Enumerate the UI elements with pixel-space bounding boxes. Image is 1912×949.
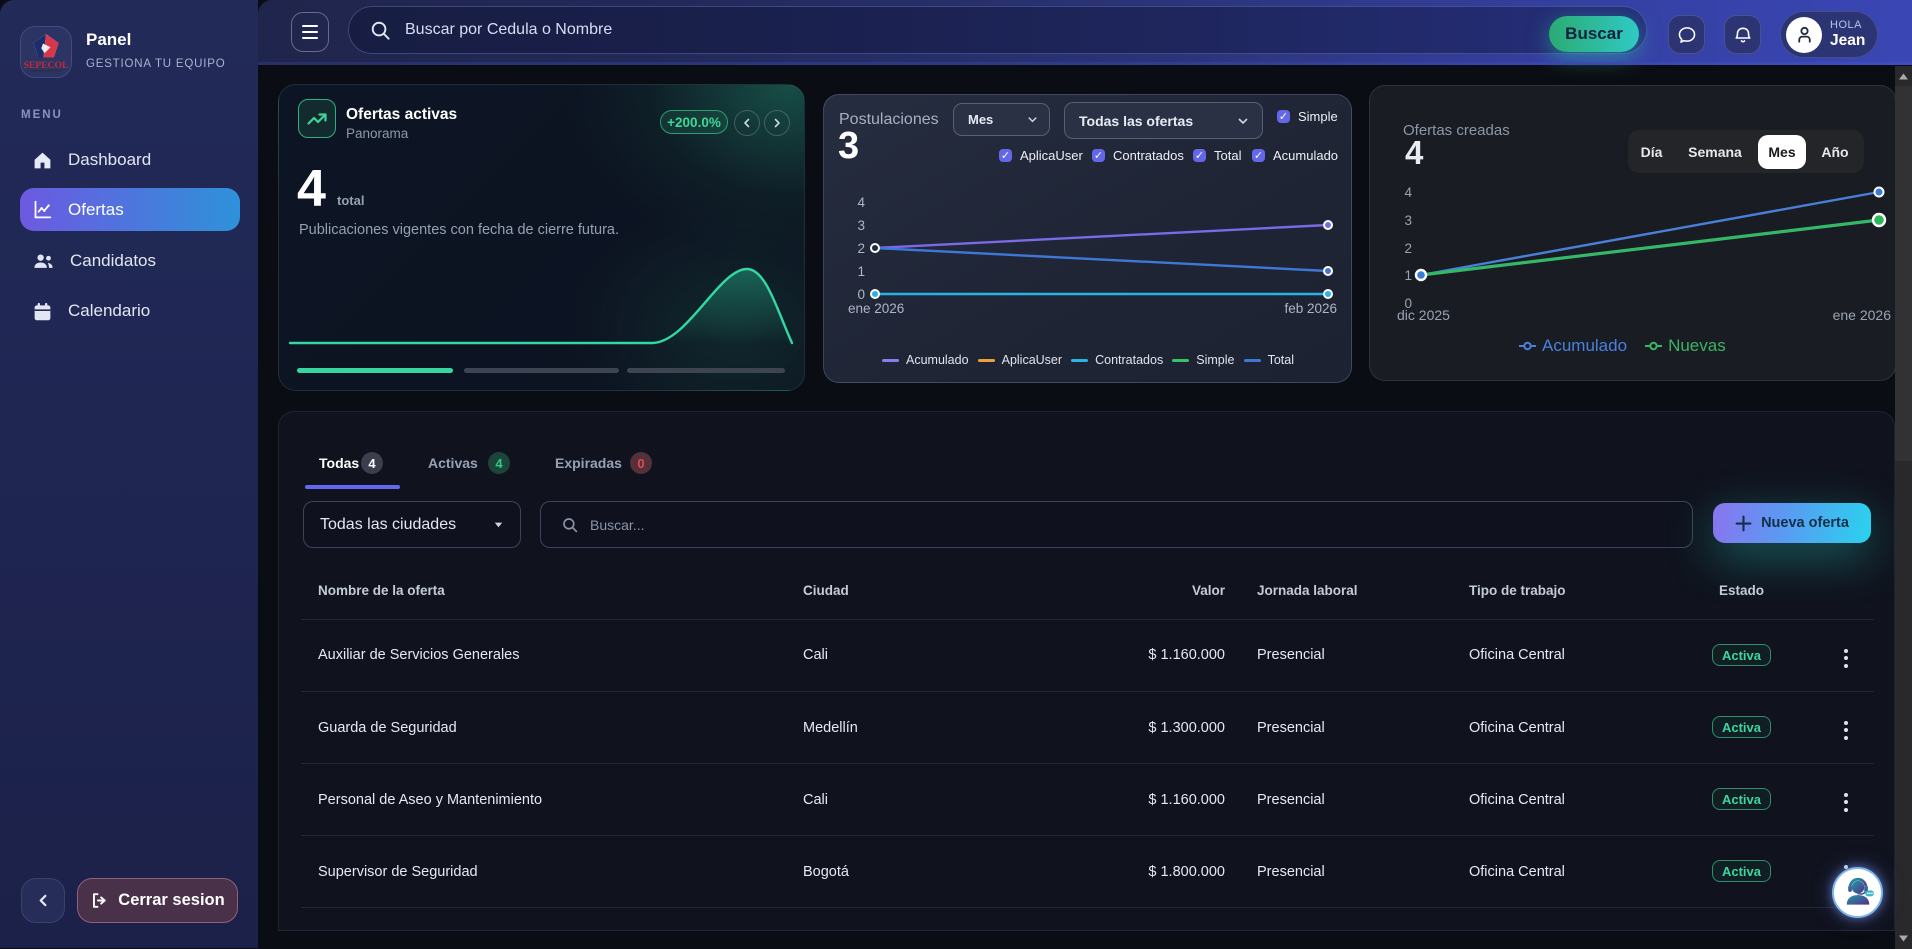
svg-text:SEPECOL: SEPECOL [24,60,69,71]
svg-text:0: 0 [857,287,865,302]
svg-text:ene 2026: ene 2026 [848,301,904,316]
svg-text:4: 4 [857,195,865,210]
svg-text:1: 1 [1404,268,1412,283]
svg-text:dic 2025: dic 2025 [1397,307,1450,323]
svg-text:1: 1 [857,264,865,279]
svg-text:2: 2 [857,241,865,256]
svg-text:3: 3 [857,218,865,233]
svg-text:3: 3 [1404,213,1412,228]
svg-text:2: 2 [1404,241,1412,256]
svg-text:4: 4 [1404,185,1412,200]
svg-text:ene 2026: ene 2026 [1833,307,1892,323]
svg-text:feb 2026: feb 2026 [1284,301,1337,316]
